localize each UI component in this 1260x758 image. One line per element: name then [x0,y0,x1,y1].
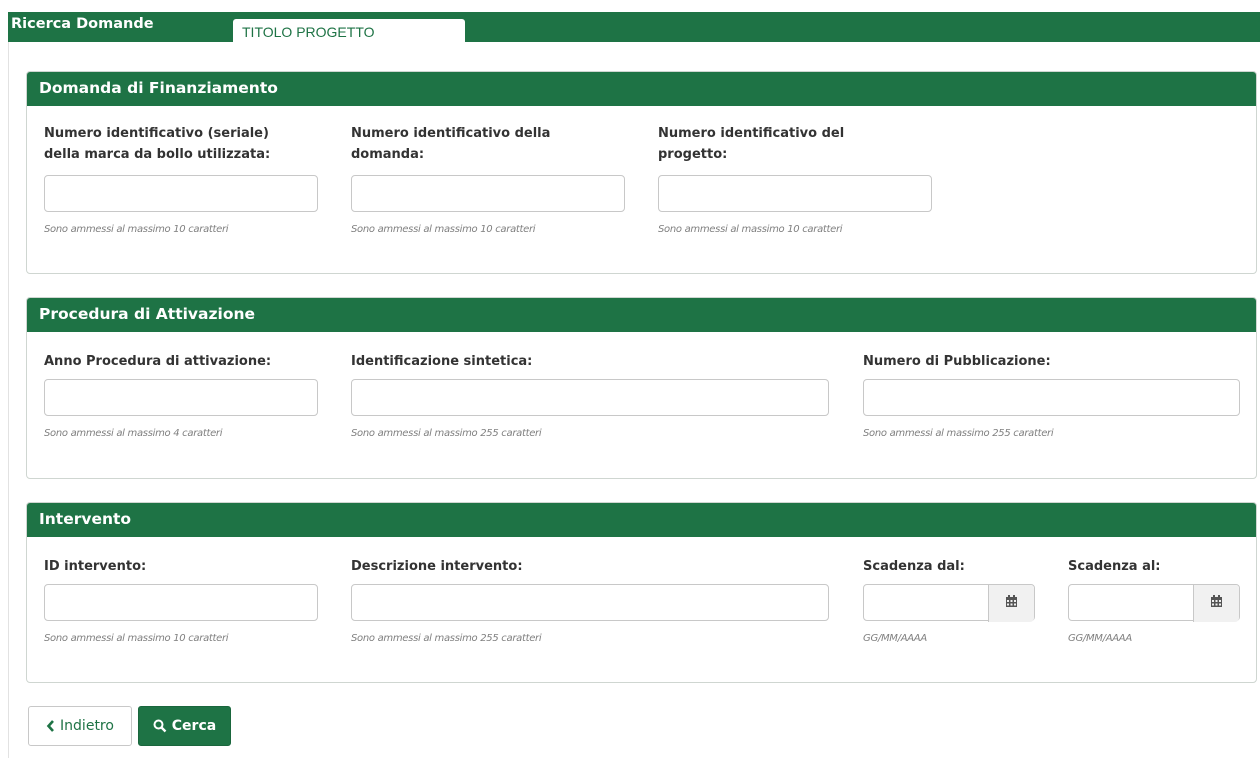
calendar-icon[interactable] [1193,585,1239,622]
field-label: Descrizione intervento: [351,559,523,574]
numero-domanda-input[interactable] [351,175,625,212]
field-label: Numero identificativo (seriale) della ma… [44,126,271,162]
back-button[interactable]: Indietro [28,706,132,746]
field-help-text: GG/MM/AAAA [1068,633,1132,644]
field-help-text: Sono ammessi al massimo 255 caratteri [863,428,1054,439]
anno-procedura-input[interactable] [44,379,318,416]
field-help-text: Sono ammessi al massimo 10 caratteri [351,224,536,235]
field-label: Identificazione sintetica: [351,354,533,369]
search-button-label: Cerca [171,718,217,734]
field-label: Numero di Pubblicazione: [863,354,1051,369]
field-help-text: Sono ammessi al massimo 255 caratteri [351,633,542,644]
field-help-text: Sono ammessi al massimo 10 caratteri [44,224,229,235]
section-title: Domanda di Finanziamento [27,72,1256,106]
section-title: Intervento [27,503,1256,537]
scadenza-dal-date-input[interactable] [863,584,1035,622]
chevron-left-icon [46,720,55,732]
field-help-text: Sono ammessi al massimo 4 caratteri [44,428,223,439]
calendar-icon[interactable] [988,585,1034,622]
section-procedura-attivazione: Procedura di Attivazione Anno Procedura … [26,297,1257,479]
field-help-text: GG/MM/AAAA [863,633,927,644]
numero-progetto-input[interactable] [658,175,932,212]
search-button[interactable]: Cerca [138,706,231,746]
numero-pubblicazione-input[interactable] [863,379,1240,416]
field-label: Numero identificativo della domanda: [351,126,551,162]
section-domanda-finanziamento: Domanda di Finanziamento Numero identifi… [26,71,1257,274]
field-help-text: Sono ammessi al massimo 10 caratteri [44,633,229,644]
field-label: Scadenza al: [1068,559,1161,574]
field-help-text: Sono ammessi al massimo 10 caratteri [658,224,843,235]
field-label: Scadenza dal: [863,559,965,574]
field-label: Anno Procedura di attivazione: [44,354,272,369]
scadenza-al-date-input[interactable] [1068,584,1240,622]
marca-bollo-input[interactable] [44,175,318,212]
back-button-label: Indietro [60,718,114,734]
section-title: Procedura di Attivazione [27,298,1256,332]
descrizione-intervento-input[interactable] [351,584,829,621]
section-intervento: Intervento ID intervento: Sono ammessi a… [26,502,1257,683]
identificazione-sintetica-input[interactable] [351,379,829,416]
top-bar: Ricerca Domande TITOLO PROGETTO [8,12,1260,50]
page-left-border [8,40,9,758]
page-title: Ricerca Domande [11,16,154,32]
tab-titolo-progetto[interactable]: TITOLO PROGETTO [233,19,465,50]
field-label: ID intervento: [44,559,147,574]
field-help-text: Sono ammessi al massimo 255 caratteri [351,428,542,439]
search-icon [153,719,167,733]
calendar-icon-glyph [1211,595,1222,607]
id-intervento-input[interactable] [44,584,318,621]
field-label: Numero identificativo del progetto: [658,126,845,162]
calendar-icon-glyph [1006,595,1017,607]
